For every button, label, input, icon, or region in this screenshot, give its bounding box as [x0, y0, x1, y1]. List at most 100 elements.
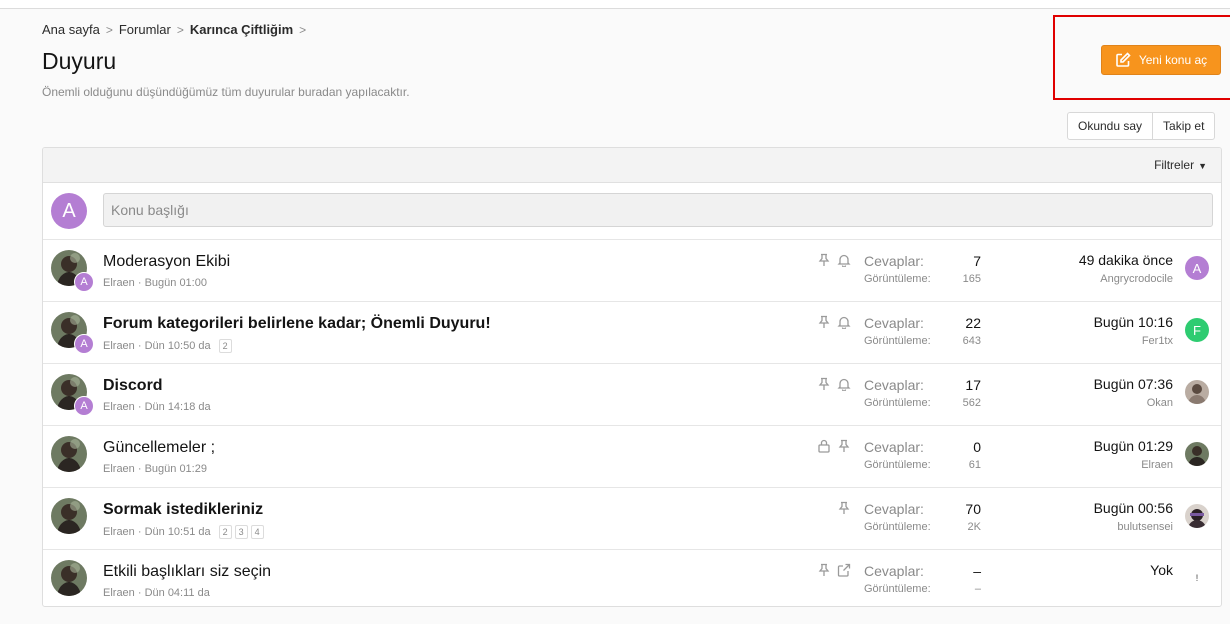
author-avatar[interactable]	[51, 560, 87, 596]
thread-title-link[interactable]: Discord	[103, 377, 163, 395]
breadcrumb-forums[interactable]: Forumlar	[119, 22, 171, 37]
views-count: 165	[962, 273, 981, 285]
table-row: A Moderasyon Ekibi Elraen · Bugün 01:00 …	[43, 240, 1221, 302]
status-icons	[817, 253, 851, 267]
pin-icon	[817, 315, 831, 329]
thread-author[interactable]: Elraen	[103, 526, 135, 538]
last-poster-avatar[interactable]: A	[1185, 256, 1209, 280]
last-poster-mini-avatar[interactable]: A	[74, 334, 94, 354]
external-link-icon	[837, 563, 851, 577]
pin-icon	[817, 563, 831, 577]
thread-date[interactable]: Dün 10:51 da	[145, 526, 211, 538]
thread-title-link[interactable]: Etkili başlıkları siz seçin	[103, 563, 271, 581]
breadcrumb: Ana sayfa > Forumlar > Karınca Çiftliğim…	[42, 22, 312, 37]
thread-author[interactable]: Elraen	[103, 463, 135, 475]
last-post-time[interactable]: Bugün 01:29	[1094, 438, 1173, 454]
edit-icon	[1115, 52, 1131, 68]
replies-label: Cevaplar:	[864, 501, 924, 517]
table-row: Etkili başlıkları siz seçin Elraen · Dün…	[43, 550, 1221, 606]
thread-date[interactable]: Dün 10:50 da	[145, 340, 211, 352]
last-post-time[interactable]: Bugün 10:16	[1094, 314, 1173, 330]
bell-icon	[837, 315, 851, 329]
thread-title-link[interactable]: Moderasyon Ekibi	[103, 253, 230, 271]
thread-author[interactable]: Elraen	[103, 587, 135, 599]
page-link[interactable]: 4	[250, 525, 264, 539]
replies-label: Cevaplar:	[864, 253, 924, 269]
last-post-time[interactable]: 49 dakika önce	[1079, 252, 1173, 268]
last-post-user[interactable]: Okan	[1147, 397, 1173, 409]
last-poster-avatar[interactable]	[1185, 442, 1209, 466]
breadcrumb-separator: >	[176, 22, 184, 37]
breadcrumb-separator: >	[299, 22, 307, 37]
thread-author[interactable]: Elraen	[103, 401, 135, 413]
last-poster-avatar[interactable]: F	[1185, 318, 1209, 342]
views-count: 643	[962, 335, 981, 347]
views-label: Görüntüleme:	[864, 397, 931, 409]
thread-date[interactable]: Bugün 01:29	[145, 463, 207, 475]
page-description: Önemli olduğunu düşündüğümüz tüm duyurul…	[42, 85, 410, 99]
author-avatar[interactable]	[51, 436, 87, 472]
author-avatar[interactable]	[51, 498, 87, 534]
replies-count: 17	[965, 377, 981, 393]
thread-list: Filtreler▼ A A Moderasyon Ekibi Elraen ·…	[42, 147, 1222, 607]
replies-label: Cevaplar:	[864, 315, 924, 331]
replies-count: 0	[973, 439, 981, 455]
views-label: Görüntüleme:	[864, 583, 931, 595]
page-links: 2	[218, 339, 232, 353]
table-row: Sormak istedikleriniz Elraen · Dün 10:51…	[43, 488, 1221, 550]
page-link[interactable]: 2	[218, 339, 232, 353]
thread-meta: Elraen · Dün 10:50 da 2	[103, 339, 232, 353]
breadcrumb-home[interactable]: Ana sayfa	[42, 22, 100, 37]
last-post-time[interactable]: Bugün 00:56	[1094, 500, 1173, 516]
last-post-user[interactable]: Angrycrodocile	[1100, 273, 1173, 285]
pin-icon	[837, 501, 851, 515]
breadcrumb-category[interactable]: Karınca Çiftliğim	[190, 22, 293, 37]
replies-count: 70	[965, 501, 981, 517]
status-icons	[817, 439, 851, 453]
last-post-user[interactable]: Elraen	[1141, 459, 1173, 471]
last-post-user[interactable]: Fer1tx	[1142, 335, 1173, 347]
bell-icon	[837, 253, 851, 267]
exclamation-icon: !	[1195, 573, 1199, 583]
thread-meta: Elraen · Dün 04:11 da	[103, 587, 210, 599]
last-poster-mini-avatar[interactable]: A	[74, 396, 94, 416]
views-label: Görüntüleme:	[864, 459, 931, 471]
thread-meta: Elraen · Bugün 01:29	[103, 463, 207, 475]
last-poster-avatar[interactable]	[1185, 380, 1209, 404]
caret-down-icon: ▼	[1198, 161, 1207, 171]
thread-title-input[interactable]	[103, 193, 1213, 227]
thread-date[interactable]: Dün 14:18 da	[145, 401, 211, 413]
page-link[interactable]: 2	[218, 525, 232, 539]
page-title: Duyuru	[42, 48, 117, 74]
avatar: A	[51, 193, 87, 229]
filters-button[interactable]: Filtreler ▼	[1154, 158, 1207, 172]
views-count: –	[974, 583, 981, 595]
replies-count: 7	[973, 253, 981, 269]
thread-meta: Elraen · Dün 14:18 da	[103, 401, 211, 413]
replies-label: Cevaplar:	[864, 439, 924, 455]
table-row: Güncellemeler ; Elraen · Bugün 01:29 Cev…	[43, 426, 1221, 488]
views-label: Görüntüleme:	[864, 335, 931, 347]
last-post-time[interactable]: Bugün 07:36	[1094, 376, 1173, 392]
replies-count: 22	[965, 315, 981, 331]
watch-button[interactable]: Takip et	[1152, 113, 1214, 139]
thread-date[interactable]: Dün 04:11 da	[145, 587, 210, 599]
table-row: A Discord Elraen · Dün 14:18 da Cevaplar…	[43, 364, 1221, 426]
thread-author[interactable]: Elraen	[103, 277, 135, 289]
new-thread-button[interactable]: Yeni konu aç	[1101, 45, 1221, 75]
page-link[interactable]: 3	[234, 525, 248, 539]
mark-read-button[interactable]: Okundu say	[1068, 113, 1152, 139]
thread-date[interactable]: Bugün 01:00	[145, 277, 207, 289]
thread-title-link[interactable]: Forum kategorileri belirlene kadar; Önem…	[103, 315, 491, 333]
last-poster-mini-avatar[interactable]: A	[74, 272, 94, 292]
status-icons	[817, 315, 851, 329]
status-icons	[837, 501, 851, 515]
thread-author[interactable]: Elraen	[103, 340, 135, 352]
thread-title-link[interactable]: Sormak istedikleriniz	[103, 501, 263, 519]
pin-icon	[817, 253, 831, 267]
last-poster-avatar[interactable]	[1185, 504, 1209, 528]
thread-title-link[interactable]: Güncellemeler ;	[103, 439, 215, 457]
breadcrumb-separator: >	[105, 22, 113, 37]
views-count: 562	[962, 397, 981, 409]
last-post-user[interactable]: bulutsensei	[1117, 521, 1173, 533]
